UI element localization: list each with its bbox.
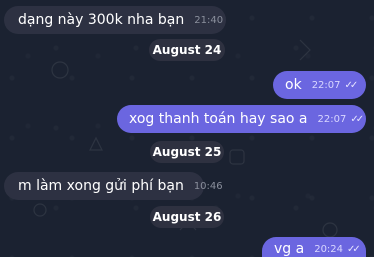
message-time: 20:24: [314, 244, 344, 255]
message-text: vg a: [274, 241, 305, 257]
message-time: 22:07: [317, 113, 347, 125]
double-check-icon: ✓✓: [350, 113, 364, 125]
message-text: m làm xong gửi phí bạn: [18, 178, 184, 194]
date-separator: August 25: [150, 141, 224, 163]
message-time: 21:40: [194, 14, 224, 26]
message-text: xog thanh toán hay sao a: [129, 111, 308, 127]
message-text: dạng này 300k nha bạn: [18, 12, 185, 28]
double-check-icon: ✓✓: [347, 244, 361, 255]
message-bubble-outgoing[interactable]: ok 22:07 ✓✓: [273, 71, 366, 99]
date-label: August 25: [152, 145, 222, 159]
message-bubble-incoming[interactable]: m làm xong gửi phí bạn 10:46: [4, 172, 223, 200]
date-label: August 26: [152, 210, 222, 224]
message-time: 22:07: [311, 79, 341, 91]
date-label: August 24: [152, 43, 222, 57]
date-separator: August 24: [149, 39, 225, 61]
date-separator: August 26: [150, 206, 224, 228]
message-bubble-outgoing[interactable]: xog thanh toán hay sao a 22:07 ✓✓: [117, 105, 366, 133]
double-check-icon: ✓✓: [344, 79, 359, 91]
message-text: ok: [285, 77, 302, 93]
message-bubble-incoming[interactable]: dạng này 300k nha bạn 21:40: [4, 6, 226, 34]
message-time: 10:46: [193, 180, 223, 192]
message-bubble-outgoing[interactable]: vg a 20:24 ✓✓: [262, 237, 366, 257]
